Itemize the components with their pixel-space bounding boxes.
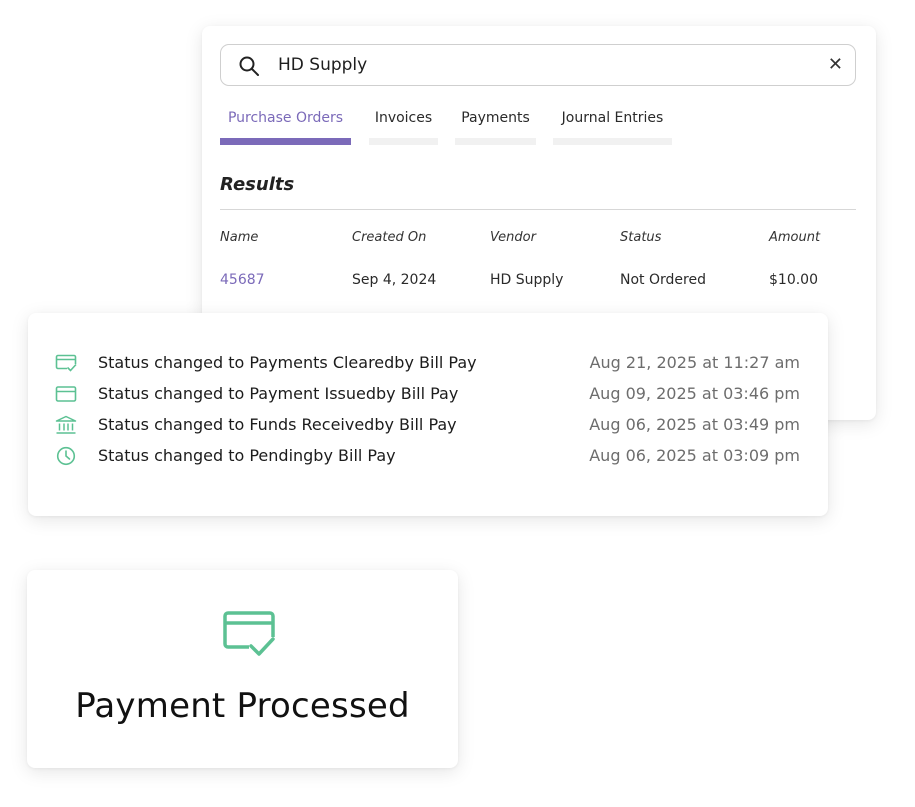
- column-header-name: Name: [220, 230, 259, 245]
- list-item: Status changed to Pendingby Bill Pay Aug…: [28, 444, 828, 468]
- po-number-link[interactable]: 45687: [220, 272, 265, 288]
- activity-text: Status changed to Pendingby Bill Pay: [98, 446, 396, 465]
- close-icon[interactable]: ✕: [828, 54, 843, 76]
- tab-underline: [553, 138, 672, 145]
- card-check-icon: [55, 354, 77, 373]
- cell-status: Not Ordered: [620, 272, 706, 288]
- column-header-created-on: Created On: [352, 230, 427, 245]
- payment-processed-card: Payment Processed: [27, 570, 458, 768]
- activity-timestamp: Aug 09, 2025 at 03:46 pm: [589, 384, 800, 403]
- tab-invoices[interactable]: Invoices: [369, 108, 438, 145]
- activity-timestamp: Aug 21, 2025 at 11:27 am: [589, 353, 800, 372]
- tab-underline: [220, 138, 351, 145]
- results-heading: Results: [220, 174, 295, 195]
- card-check-icon: [223, 611, 279, 660]
- activity-text: Status changed to Payments Clearedby Bil…: [98, 353, 477, 372]
- clock-icon: [56, 446, 76, 466]
- search-icon: [239, 56, 259, 76]
- tab-purchase-orders[interactable]: Purchase Orders: [220, 108, 351, 145]
- activity-text: Status changed to Payment Issuedby Bill …: [98, 384, 459, 403]
- cell-created-on: Sep 4, 2024: [352, 272, 437, 288]
- activity-timestamp: Aug 06, 2025 at 03:09 pm: [589, 446, 800, 465]
- status-history-panel: Status changed to Payments Clearedby Bil…: [28, 313, 828, 516]
- column-header-amount: Amount: [769, 230, 821, 245]
- tab-label: Invoices: [374, 110, 433, 126]
- activity-text: Status changed to Funds Receivedby Bill …: [98, 415, 457, 434]
- list-item: Status changed to Funds Receivedby Bill …: [28, 413, 828, 437]
- tab-underline: [455, 138, 536, 145]
- tab-label: Journal Entries: [561, 110, 664, 126]
- cell-amount: $10.00: [769, 272, 818, 288]
- column-header-vendor: Vendor: [490, 230, 536, 245]
- divider: [220, 209, 856, 210]
- search-input[interactable]: HD Supply ✕: [220, 44, 856, 86]
- tab-label: Payments: [461, 110, 530, 126]
- tab-payments[interactable]: Payments: [455, 108, 536, 145]
- search-query[interactable]: HD Supply: [278, 55, 367, 75]
- column-header-status: Status: [620, 230, 662, 245]
- cell-vendor: HD Supply: [490, 272, 564, 288]
- list-item: Status changed to Payment Issuedby Bill …: [28, 382, 828, 406]
- bank-icon: [55, 415, 77, 434]
- tab-label: Purchase Orders: [227, 110, 344, 126]
- tab-underline: [369, 138, 438, 145]
- tab-journal-entries[interactable]: Journal Entries: [553, 108, 672, 145]
- payment-status-title: Payment Processed: [75, 686, 410, 726]
- activity-timestamp: Aug 06, 2025 at 03:49 pm: [589, 415, 800, 434]
- list-item: Status changed to Payments Clearedby Bil…: [28, 351, 828, 375]
- credit-card-icon: [55, 386, 77, 402]
